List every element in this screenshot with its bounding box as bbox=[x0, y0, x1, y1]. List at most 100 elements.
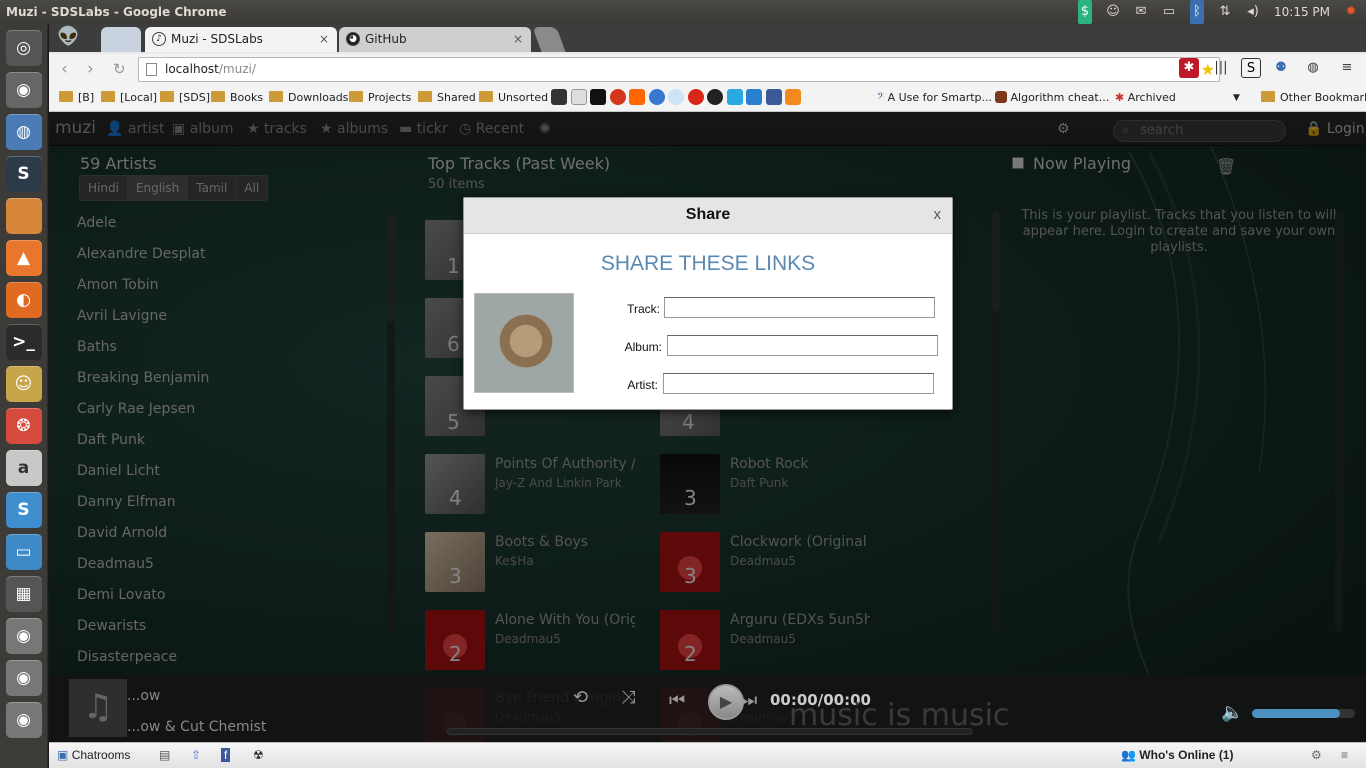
chrome-icon[interactable]: ◍ bbox=[5, 114, 42, 150]
bookmark-folder[interactable]: [B] bbox=[59, 91, 94, 105]
menu-icon[interactable]: ≡ bbox=[1337, 58, 1357, 78]
next-icon[interactable]: ⏭ bbox=[741, 690, 757, 711]
menu-taskbar-icon[interactable]: ≡ bbox=[1341, 748, 1348, 762]
volume-speaker-icon[interactable]: 🔈 bbox=[1221, 702, 1243, 723]
firefox-icon[interactable]: ◐ bbox=[5, 282, 42, 318]
github-bookmark-icon[interactable] bbox=[707, 89, 723, 105]
tab-muzi[interactable]: ♪ Muzi - SDSLabs × bbox=[145, 27, 337, 52]
disk-icon-3[interactable]: ◉ bbox=[5, 702, 42, 738]
hn-bookmark-icon[interactable] bbox=[629, 89, 645, 105]
battery-icon[interactable]: ▭ bbox=[1162, 0, 1176, 24]
other-bookmarks[interactable]: Other Bookmarks bbox=[1261, 91, 1366, 105]
url-path: /muzi/ bbox=[218, 62, 256, 76]
terminal-icon[interactable]: >_ bbox=[5, 324, 42, 360]
reddit-bookmark-icon[interactable] bbox=[668, 89, 684, 105]
chevron-down-icon[interactable]: ▼ bbox=[1233, 91, 1240, 105]
prev-icon[interactable]: ⏮ bbox=[669, 690, 685, 711]
bookmark-algorithm[interactable]: Algorithm cheat... bbox=[995, 91, 1109, 105]
bookmark-folder[interactable]: Projects bbox=[349, 91, 411, 105]
volume-icon[interactable]: ◂) bbox=[1246, 0, 1260, 24]
bookmark-smartphone[interactable]: 𝄢 A Use for Smartp... bbox=[877, 91, 992, 105]
bluetooth-icon[interactable]: ᛒ bbox=[1190, 0, 1204, 24]
gear-icon[interactable]: ✹ bbox=[1344, 0, 1358, 24]
pidgin-launcher-icon[interactable]: ☺ bbox=[5, 366, 42, 402]
modal-header: Share x bbox=[464, 198, 952, 234]
page-icon bbox=[146, 63, 157, 76]
list-item[interactable]: ...ow & Cut Chemist bbox=[127, 712, 266, 742]
extension-bars-icon[interactable]: ||| bbox=[1211, 58, 1231, 78]
extension-lastpass-icon[interactable]: ✱ bbox=[1179, 58, 1199, 78]
sublime-icon[interactable]: S bbox=[5, 156, 42, 192]
amazon-icon[interactable]: a bbox=[5, 450, 42, 486]
hexagon-bookmark-icon[interactable] bbox=[590, 89, 606, 105]
bookmark-folder[interactable]: Downloads bbox=[269, 91, 348, 105]
artist-link-field[interactable] bbox=[663, 373, 934, 394]
mail-icon[interactable]: ✉ bbox=[1134, 0, 1148, 24]
dollar-icon[interactable]: $ bbox=[1078, 0, 1092, 24]
extension-people-icon[interactable]: ⚉ bbox=[1271, 58, 1291, 78]
tomato-bookmark-icon[interactable] bbox=[687, 89, 704, 105]
chatrooms-button[interactable]: ▣ Chatrooms bbox=[57, 748, 130, 762]
github-icon: ◕ bbox=[346, 32, 360, 46]
progress-bar[interactable] bbox=[447, 728, 973, 735]
extension-sds-icon[interactable]: S bbox=[1241, 58, 1261, 78]
vlc-icon[interactable]: ▲ bbox=[5, 240, 42, 276]
shuffle-icon[interactable]: ⤨ bbox=[621, 687, 635, 708]
reload-icon[interactable]: ↻ bbox=[113, 60, 126, 78]
network-icon[interactable]: ⇅ bbox=[1218, 0, 1232, 24]
clock[interactable]: 10:15 PM bbox=[1274, 0, 1330, 24]
tab-label: Muzi - SDSLabs bbox=[171, 32, 263, 46]
tab-close-icon[interactable]: × bbox=[319, 27, 329, 51]
facebook-icon[interactable]: f bbox=[221, 748, 231, 762]
bookmark-folder[interactable]: Shared bbox=[418, 91, 476, 105]
extension-color-icon[interactable]: ◍ bbox=[1303, 58, 1323, 78]
share-modal: Share x SHARE THESE LINKS Track: Album: … bbox=[463, 197, 953, 410]
dash-icon[interactable]: ◎ bbox=[5, 30, 42, 66]
twitter-bookmark-icon[interactable] bbox=[726, 89, 743, 105]
page-bookmark-icon[interactable] bbox=[570, 89, 587, 105]
repeat-icon[interactable]: ⟲ bbox=[573, 687, 588, 708]
tab-close-icon[interactable]: × bbox=[513, 27, 523, 51]
ask-bookmark-icon[interactable] bbox=[609, 89, 626, 105]
upload-icon[interactable]: ⇧ bbox=[191, 748, 201, 762]
bookmark-folder[interactable]: Books bbox=[211, 91, 263, 105]
system-tray: $ ☺ ✉ ▭ ᛒ ⇅ ◂) 10:15 PM ✹ bbox=[1078, 0, 1358, 24]
tab-pinned[interactable] bbox=[101, 27, 141, 52]
window-icon[interactable]: ▤ bbox=[159, 748, 170, 762]
back-icon[interactable]: ‹ bbox=[61, 59, 68, 79]
volume-slider[interactable] bbox=[1252, 709, 1355, 718]
bookmark-folder[interactable]: [SDS] bbox=[160, 91, 210, 105]
list-item[interactable]: ...ow bbox=[127, 681, 266, 712]
tab-label: GitHub bbox=[365, 32, 407, 46]
remmina-icon[interactable]: ▭ bbox=[5, 534, 42, 570]
play-button[interactable]: ▶ bbox=[708, 684, 744, 720]
close-button[interactable]: x bbox=[934, 207, 942, 223]
bookmark-archived[interactable]: ✱ Archived bbox=[1115, 91, 1176, 105]
software-center-icon[interactable]: ❂ bbox=[5, 408, 42, 444]
shutter-icon[interactable]: S bbox=[5, 492, 42, 528]
forward-icon[interactable]: › bbox=[87, 59, 94, 79]
bookmark-folder[interactable]: [Local] bbox=[101, 91, 157, 105]
terminal-bookmark-icon[interactable] bbox=[551, 89, 567, 105]
track-link-field[interactable] bbox=[664, 297, 935, 318]
bookmark-folder[interactable]: Unsorted bbox=[479, 91, 548, 105]
album-link-field[interactable] bbox=[667, 335, 938, 356]
pidgin-icon[interactable]: ☺ bbox=[1106, 0, 1120, 24]
whos-online-button[interactable]: 👥 Who's Online (1) bbox=[1121, 748, 1233, 762]
workspace-icon[interactable]: ▦ bbox=[5, 576, 42, 612]
new-tab-button[interactable] bbox=[532, 27, 566, 52]
disk-icon[interactable]: ◉ bbox=[5, 618, 42, 654]
tab-github[interactable]: ◕ GitHub × bbox=[339, 27, 531, 52]
tasks-bookmark-icon[interactable] bbox=[746, 89, 762, 105]
chart-bookmark-icon[interactable] bbox=[785, 89, 801, 105]
address-bar[interactable]: localhost/muzi/ R ★ bbox=[138, 57, 1220, 82]
facebook-bookmark-icon[interactable] bbox=[765, 89, 782, 105]
radiation-icon[interactable]: ☢ bbox=[253, 748, 264, 762]
chromium-icon[interactable]: ◉ bbox=[5, 72, 42, 108]
settings-taskbar-icon[interactable]: ⚙ bbox=[1311, 748, 1322, 762]
bookmark-icons bbox=[551, 89, 801, 105]
music-favicon-icon: ♪ bbox=[152, 32, 166, 46]
clock-bookmark-icon[interactable] bbox=[648, 89, 665, 105]
disk-icon-2[interactable]: ◉ bbox=[5, 660, 42, 696]
files-icon[interactable] bbox=[5, 198, 42, 234]
